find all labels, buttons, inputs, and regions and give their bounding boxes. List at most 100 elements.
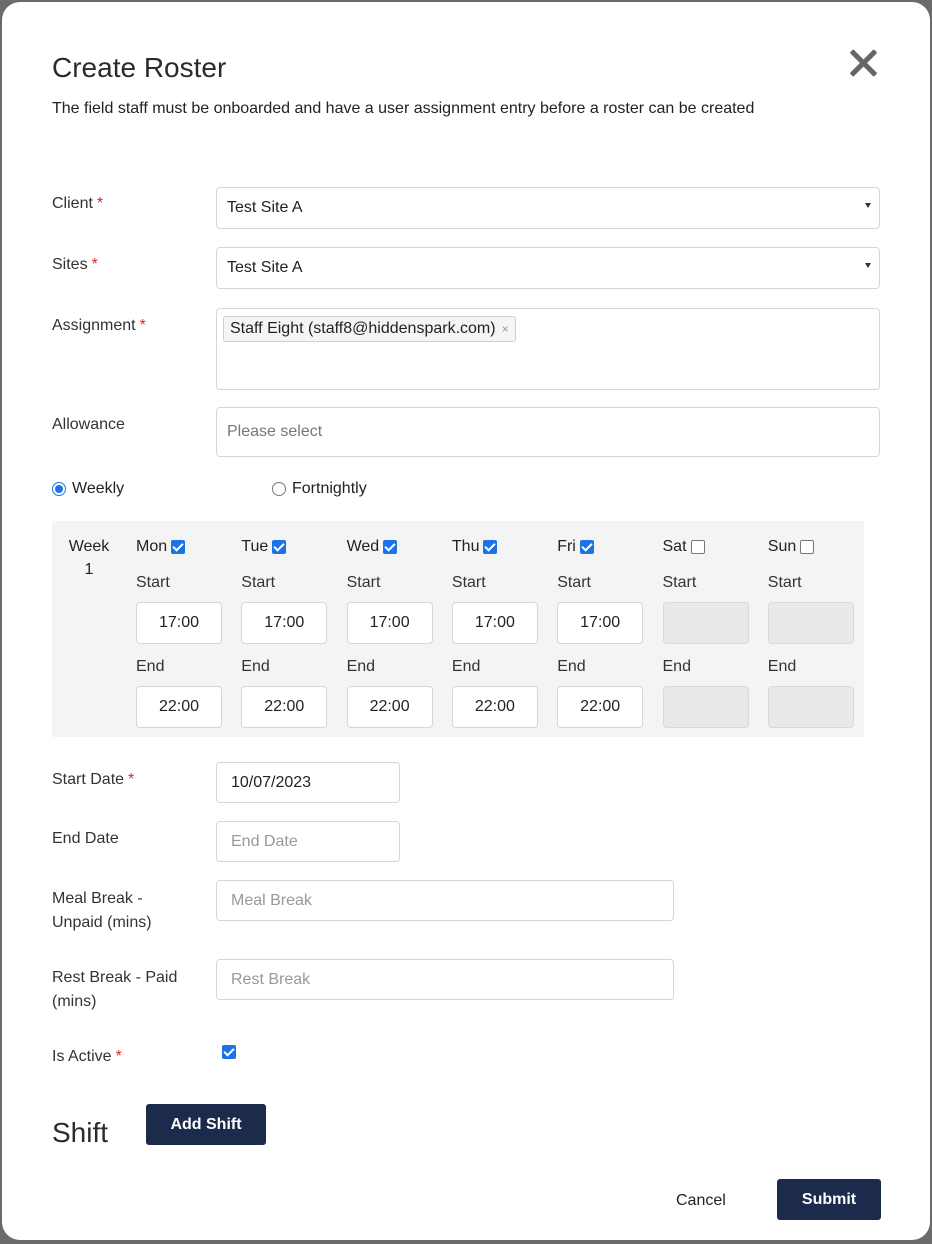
start-time-input[interactable]: 17:00 (557, 602, 644, 644)
start-date-label-text: Start Date (52, 771, 125, 788)
day-header: Tue (241, 538, 287, 556)
rest-break-input[interactable]: Rest Break (216, 959, 674, 1000)
day-name: Mon (136, 538, 168, 555)
assignment-label: Assignment * (52, 314, 146, 338)
start-label: Start (136, 574, 170, 591)
sites-value: Test Site A (227, 259, 303, 276)
chevron-down-icon (865, 203, 871, 208)
meal-break-label: Meal Break - Unpaid (mins) (52, 887, 152, 935)
end-time-input[interactable]: 22:00 (241, 686, 328, 728)
required-mark: * (128, 771, 135, 788)
radio-weekly[interactable]: Weekly (52, 480, 124, 498)
end-time-input[interactable]: 22:00 (346, 686, 433, 728)
end-date-input[interactable]: End Date (216, 821, 400, 862)
client-select[interactable]: Test Site A (216, 187, 880, 229)
required-mark: * (139, 317, 146, 334)
week-label-line2: 1 (84, 561, 94, 578)
start-label: Start (241, 574, 276, 591)
day-checkbox[interactable] (383, 540, 398, 554)
meal-break-placeholder: Meal Break (231, 891, 312, 909)
week-label-line1: Week (68, 538, 110, 555)
day-name: Sat (662, 538, 687, 555)
radio-fortnightly[interactable]: Fortnightly (272, 480, 367, 498)
start-label: Start (557, 574, 591, 591)
day-checkbox[interactable] (272, 540, 287, 554)
sites-label: Sites * (52, 253, 98, 277)
week-label: Week 1 (66, 535, 112, 581)
day-column-wed: Wed Start 17:00 End 22:00 (346, 521, 437, 737)
rest-break-placeholder: Rest Break (231, 970, 311, 988)
end-label: End (557, 658, 586, 675)
sites-select[interactable]: Test Site A (216, 247, 880, 289)
assignment-multiselect[interactable]: Staff Eight (staff8@hiddenspark.com) × (216, 308, 880, 390)
start-time-input[interactable] (662, 602, 749, 644)
cancel-button[interactable]: Cancel (676, 1192, 726, 1210)
radio-fortnightly-label: Fortnightly (292, 480, 367, 497)
submit-button[interactable]: Submit (777, 1179, 881, 1220)
day-checkbox[interactable] (690, 540, 705, 554)
rest-break-label: Rest Break - Paid (mins) (52, 966, 177, 1014)
end-time-input[interactable] (767, 686, 854, 728)
start-time-input[interactable]: 17:00 (346, 602, 433, 644)
end-label: End (767, 658, 797, 675)
radio-selected-icon[interactable] (52, 482, 66, 496)
day-name: Thu (451, 538, 480, 555)
start-label: Start (767, 574, 802, 591)
day-header: Sat (663, 538, 705, 556)
rest-break-label-line1: Rest Break - Paid (52, 969, 178, 986)
remove-tag-icon[interactable]: × (502, 322, 509, 336)
end-label: End (346, 658, 376, 675)
modal-title: Create Roster (52, 52, 227, 83)
chevron-down-icon (865, 263, 871, 268)
start-label: Start (662, 574, 697, 591)
end-date-label-text: End Date (52, 830, 119, 847)
start-date-value: 10/07/2023 (231, 773, 312, 791)
day-checkbox[interactable] (800, 540, 815, 554)
end-label: End (451, 658, 481, 675)
rest-break-label-line2: (mins) (52, 993, 97, 1010)
start-date-input[interactable]: 10/07/2023 (216, 762, 400, 803)
meal-break-input[interactable]: Meal Break (216, 880, 674, 921)
start-label: Start (346, 574, 381, 591)
end-time-input[interactable]: 22:00 (451, 686, 538, 728)
day-name: Fri (557, 538, 576, 555)
create-roster-modal: Create Roster The field staff must be on… (2, 2, 930, 1240)
sites-label-text: Sites (52, 256, 88, 273)
is-active-checkbox[interactable] (222, 1045, 236, 1059)
modal-subtitle: The field staff must be onboarded and ha… (52, 100, 755, 117)
day-column-mon: Mon Start 17:00 End 22:00 (136, 521, 226, 737)
allowance-placeholder: Please select (227, 423, 323, 440)
start-time-input[interactable]: 17:00 (241, 602, 328, 644)
day-checkbox[interactable] (171, 540, 186, 554)
client-label-text: Client (52, 195, 93, 212)
add-shift-button[interactable]: Add Shift (146, 1104, 266, 1145)
end-time-input[interactable]: 22:00 (557, 686, 644, 728)
day-column-thu: Thu Start 17:00 End 22:00 (451, 521, 542, 737)
start-time-input[interactable]: 17:00 (451, 602, 538, 644)
is-active-label: Is Active * (52, 1045, 122, 1069)
allowance-select[interactable]: Please select (216, 407, 880, 457)
start-time-input[interactable] (767, 602, 854, 644)
allowance-label-text: Allowance (52, 416, 125, 433)
day-header: Fri (557, 538, 594, 556)
end-time-input[interactable]: 22:00 (136, 686, 222, 728)
meal-break-label-line1: Meal Break - (52, 890, 143, 907)
week-schedule-panel: Week 1 Mon Start 17:00 End 22:00 Tue Start 17:0… (52, 521, 864, 737)
radio-unselected-icon[interactable] (272, 482, 286, 496)
day-header: Sun (768, 538, 815, 556)
start-time-input[interactable]: 17:00 (136, 602, 222, 644)
day-column-tue: Tue Start 17:00 End 22:00 (241, 521, 331, 737)
required-mark: * (91, 256, 98, 273)
day-column-sun: Sun Start End (767, 521, 858, 737)
day-checkbox[interactable] (483, 540, 498, 554)
shift-title: Shift (52, 1117, 109, 1148)
is-active-label-text: Is Active (52, 1048, 112, 1065)
end-time-input[interactable] (662, 686, 749, 728)
day-name: Tue (241, 538, 269, 555)
day-header: Mon (136, 538, 186, 556)
end-label: End (241, 658, 270, 675)
day-checkbox[interactable] (579, 540, 594, 554)
day-name: Wed (346, 538, 380, 555)
end-label: End (136, 658, 165, 675)
close-icon[interactable] (846, 46, 880, 80)
